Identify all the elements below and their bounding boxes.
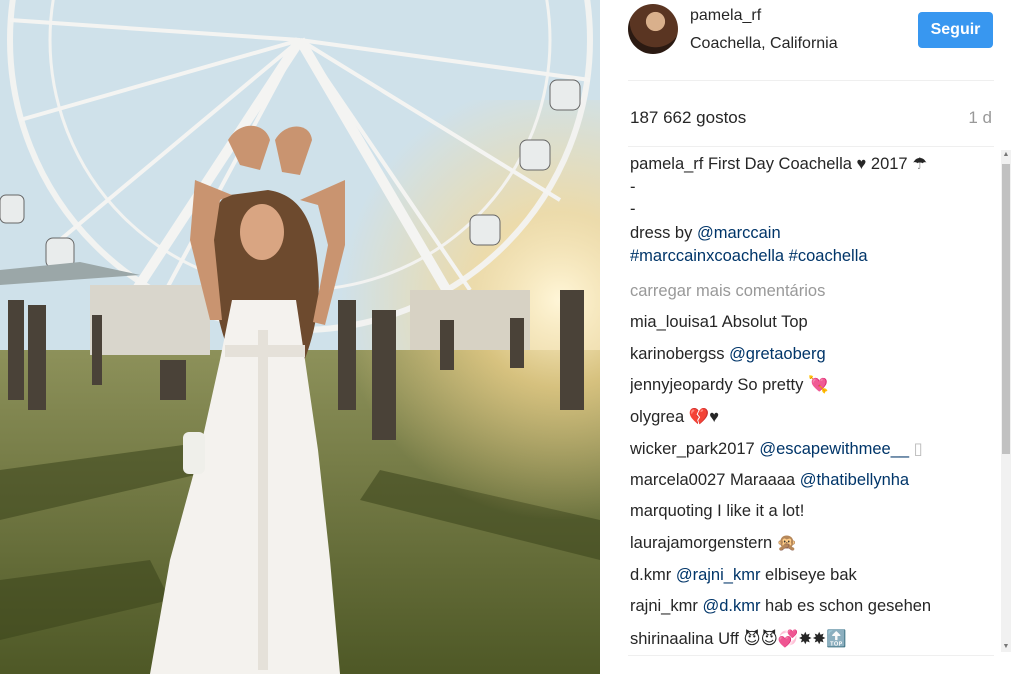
post-header: pamela_rf Coachella, California Seguir xyxy=(628,0,994,81)
scroll-thumb[interactable] xyxy=(1002,164,1010,454)
caption-username[interactable]: pamela_rf xyxy=(630,155,703,173)
scroll-down-arrow-icon[interactable]: ▼ xyxy=(1001,642,1011,652)
load-more-comments-link[interactable]: carregar mais comentários xyxy=(630,282,825,301)
caption-line: pamela_rf First Day Coachella ♥ 2017 ☂ xyxy=(630,154,927,174)
comment-username[interactable]: marquoting xyxy=(630,502,713,520)
mention-link[interactable]: @rajni_kmr xyxy=(676,566,761,584)
post-photo xyxy=(0,0,600,674)
caption-dash: - xyxy=(630,178,636,196)
comment-text: 💔♥ xyxy=(688,408,720,426)
comment-text: Uff 😈😈💞✸✸🔝 xyxy=(718,630,847,648)
comment-text: 🙊 xyxy=(776,534,798,552)
comment-item: jennyjeopardy So pretty 💘 xyxy=(630,376,829,395)
comment-item: marquoting I like it a lot! xyxy=(630,502,804,521)
comment-item: marcela0027 Maraaaa @thatibellynha xyxy=(630,471,909,490)
mention-link[interactable]: @marccain xyxy=(697,224,781,242)
comment-username[interactable]: d.kmr xyxy=(630,566,671,584)
mention-link[interactable]: @d.kmr xyxy=(702,597,760,615)
comment-username[interactable]: jennyjeopardy xyxy=(630,376,733,394)
comment-text: elbiseye bak xyxy=(765,566,857,584)
likes-count[interactable]: 187 662 gostos xyxy=(630,108,746,128)
comment-item: rajni_kmr @d.kmr hab es schon gesehen xyxy=(630,597,931,616)
hashtag-link[interactable]: #marccainxcoachella xyxy=(630,247,784,265)
comment-username[interactable]: mia_louisa1 xyxy=(630,313,718,331)
divider xyxy=(628,655,994,656)
post-sidebar: pamela_rf Coachella, California Seguir 1… xyxy=(600,0,1011,674)
comment-item: d.kmr @rajni_kmr elbiseye bak xyxy=(630,566,857,585)
mention-link[interactable]: @escapewithmee__ xyxy=(759,440,909,458)
divider xyxy=(628,146,994,147)
mention-link[interactable]: @thatibellynha xyxy=(800,471,909,489)
comment-username[interactable]: olygrea xyxy=(630,408,684,426)
comment-item: karinobergss @gretaoberg xyxy=(630,345,826,364)
comment-username[interactable]: wicker_park2017 xyxy=(630,440,755,458)
comment-text: So pretty 💘 xyxy=(737,376,829,394)
caption-dash: - xyxy=(630,200,636,218)
comment-text: Absolut Top xyxy=(721,313,808,331)
comment-item: shirinaalina Uff 😈😈💞✸✸🔝 xyxy=(630,629,847,649)
comment-text: Maraaaa xyxy=(729,471,796,489)
comment-item: mia_louisa1 Absolut Top xyxy=(630,313,808,332)
comment-text: I like it a lot! xyxy=(717,502,805,520)
avatar[interactable] xyxy=(628,4,678,54)
caption-credit-text: dress by xyxy=(630,224,693,242)
coachella-ferris-wheel-illustration xyxy=(0,0,600,674)
comment-username[interactable]: marcela0027 xyxy=(630,471,725,489)
comments-scrollbar[interactable]: ▲ ▼ xyxy=(1001,150,1011,652)
comment-item: laurajamorgenstern 🙊 xyxy=(630,534,797,553)
scroll-up-arrow-icon[interactable]: ▲ xyxy=(1001,150,1011,160)
caption-hashtags: #marccainxcoachella #coachella xyxy=(630,247,868,266)
comment-item: wicker_park2017 @escapewithmee__ ▯ xyxy=(630,439,923,459)
follow-button[interactable]: Seguir xyxy=(918,12,993,48)
post-username[interactable]: pamela_rf xyxy=(690,7,761,25)
hashtag-link[interactable]: #coachella xyxy=(789,247,868,265)
comment-text: hab es schon gesehen xyxy=(765,597,932,615)
comment-username[interactable]: rajni_kmr xyxy=(630,597,698,615)
comment-text: ▯ xyxy=(913,440,923,458)
post-age[interactable]: 1 d xyxy=(968,108,992,128)
caption-text: First Day Coachella ♥ 2017 ☂ xyxy=(707,155,927,173)
comment-username[interactable]: karinobergss xyxy=(630,345,724,363)
post-location[interactable]: Coachella, California xyxy=(690,35,838,53)
comment-username[interactable]: laurajamorgenstern xyxy=(630,534,772,552)
comment-item: olygrea 💔♥ xyxy=(630,408,719,427)
comment-username[interactable]: shirinaalina xyxy=(630,630,713,648)
mention-link[interactable]: @gretaoberg xyxy=(729,345,826,363)
caption-credit-line: dress by @marccain xyxy=(630,224,781,243)
comments-list: pamela_rf First Day Coachella ♥ 2017 ☂ -… xyxy=(630,150,1002,652)
